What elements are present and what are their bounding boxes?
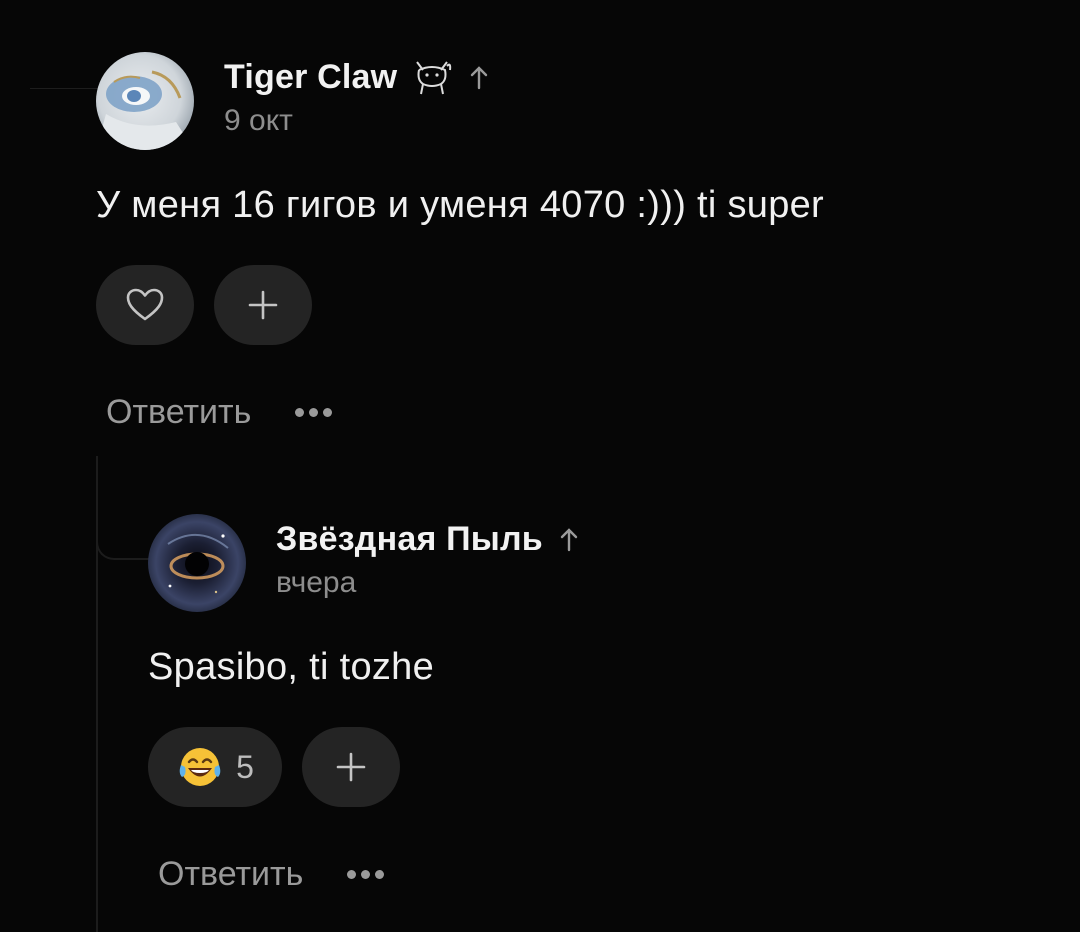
comment-thread: Tiger Claw 9 окт У меня 16 гигов и уменя…: [0, 0, 1080, 932]
avatar[interactable]: [148, 514, 246, 612]
cat-sticker-icon: [411, 58, 453, 96]
comment-header: Звёздная Пыль вчера: [148, 514, 988, 612]
plus-icon: [336, 752, 366, 782]
comment-actions: Ответить: [96, 393, 996, 432]
author-name[interactable]: Звёздная Пыль: [276, 520, 543, 559]
author-block: Звёздная Пыль вчера: [276, 514, 581, 600]
laughing-crying-emoji: [179, 748, 221, 786]
comment-header: Tiger Claw 9 окт: [96, 52, 996, 150]
add-reaction-button[interactable]: [302, 727, 400, 807]
comment-item: Tiger Claw 9 окт У меня 16 гигов и уменя…: [96, 52, 996, 432]
like-button[interactable]: [96, 265, 194, 345]
author-block: Tiger Claw 9 окт: [224, 52, 491, 138]
reply-button[interactable]: Ответить: [106, 393, 251, 432]
reaction-count: 5: [236, 748, 254, 785]
heart-icon: [126, 288, 164, 321]
arrow-up-icon: [557, 525, 581, 553]
plus-icon: [248, 290, 278, 320]
author-line: Tiger Claw: [224, 58, 491, 96]
reaction-bar: [96, 265, 996, 345]
comment-item: Звёздная Пыль вчера Spasibo, ti tozhe 5 …: [148, 514, 988, 894]
thread-connector: [30, 88, 98, 89]
reply-connector: [96, 456, 152, 560]
comment-text: У меня 16 гигов и уменя 4070 :))) ti sup…: [96, 184, 825, 226]
author-line: Звёздная Пыль: [276, 520, 581, 558]
add-reaction-button[interactable]: [214, 265, 312, 345]
reaction-bar: 5: [148, 727, 988, 807]
reply-button[interactable]: Ответить: [158, 855, 303, 894]
author-name[interactable]: Tiger Claw: [224, 58, 397, 97]
comment-date: вчера: [276, 566, 357, 599]
comment-actions: Ответить: [148, 855, 988, 894]
comment-text: Spasibo, ti tozhe: [148, 646, 435, 688]
reaction-button[interactable]: 5: [148, 727, 282, 807]
avatar[interactable]: [96, 52, 194, 150]
arrow-up-icon: [467, 63, 491, 91]
comment-date: 9 окт: [224, 104, 293, 137]
more-horizontal-icon[interactable]: [347, 865, 385, 885]
more-horizontal-icon[interactable]: [295, 403, 333, 423]
